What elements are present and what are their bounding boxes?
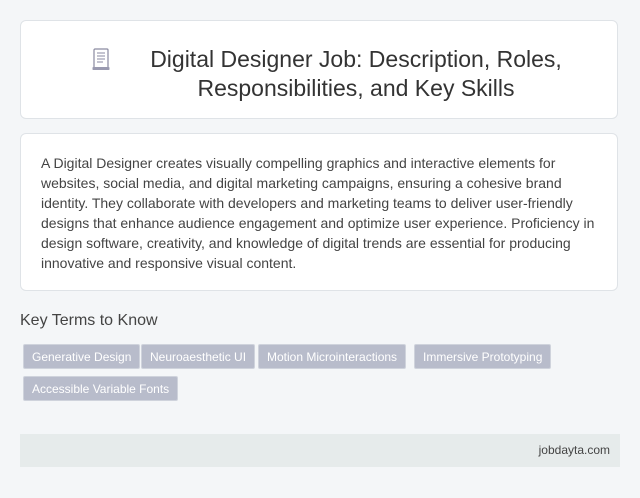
tag-accessible-variable-fonts[interactable]: Accessible Variable Fonts xyxy=(23,376,179,401)
tag-immersive-prototyping[interactable]: Immersive Prototyping xyxy=(414,344,552,369)
title-card: Digital Designer Job: Description, Roles… xyxy=(20,20,618,119)
key-terms-heading: Key Terms to Know xyxy=(20,312,158,329)
description-card: A Digital Designer creates visually comp… xyxy=(20,133,618,291)
page-title: Digital Designer Job: Description, Roles… xyxy=(150,46,562,101)
tag-motion-microinteractions[interactable]: Motion Microinteractions xyxy=(258,344,407,369)
tag-generative-design[interactable]: Generative Design xyxy=(23,344,141,369)
tag-neuroaesthetic-ui[interactable]: Neuroaesthetic UI xyxy=(141,344,256,369)
document-icon xyxy=(92,48,110,70)
description-text: A Digital Designer creates visually comp… xyxy=(41,155,595,271)
footer-source[interactable]: jobdayta.com xyxy=(539,443,610,457)
footer-bar: jobdayta.com xyxy=(20,434,620,467)
